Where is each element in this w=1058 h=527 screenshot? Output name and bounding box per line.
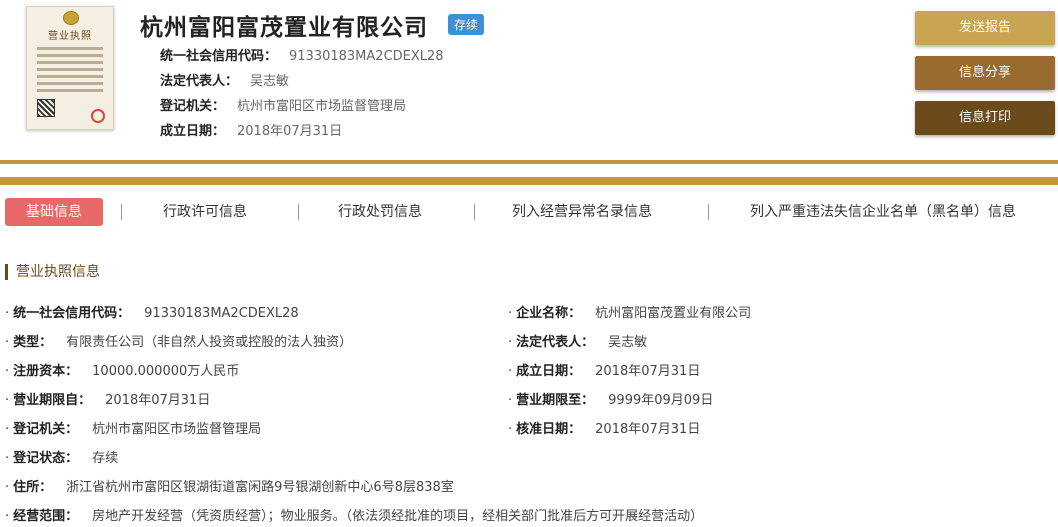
field-value: 10000.000000万人民币 xyxy=(92,364,240,379)
field-value: 2018年07月31日 xyxy=(595,364,701,379)
print-info-button[interactable]: 信息打印 xyxy=(915,101,1055,135)
field-registry: · 登记机关： 杭州市富阳区市场监督管理局 xyxy=(5,418,261,437)
bullet-dot: · xyxy=(508,335,513,350)
credit-code-value: 91330183MA2CDEXL28 xyxy=(289,49,444,64)
status-badge: 存续 xyxy=(448,14,485,35)
field-reg-status: · 登记状态： 存续 xyxy=(5,447,118,466)
tab-separator xyxy=(298,204,299,220)
header-divider-thick xyxy=(0,177,1058,185)
national-emblem-icon xyxy=(63,11,79,25)
header-divider-thin xyxy=(0,160,1058,164)
bullet-dot: · xyxy=(5,422,10,437)
bullet-dot: · xyxy=(5,480,10,495)
section-title: 营业执照信息 xyxy=(5,264,100,280)
field-established: · 成立日期： 2018年07月31日 xyxy=(508,360,700,379)
bullet-dot: · xyxy=(5,364,10,379)
credit-code-label: 统一社会信用代码： xyxy=(160,49,278,64)
field-value: 91330183MA2CDEXL28 xyxy=(144,306,299,321)
field-label: 核准日期： xyxy=(516,422,582,437)
field-approval-date: · 核准日期： 2018年07月31日 xyxy=(508,418,700,437)
field-label: 法定代表人： xyxy=(516,335,595,350)
field-value: 存续 xyxy=(92,451,119,466)
tab-separator xyxy=(474,204,475,220)
field-value: 杭州市富阳区市场监督管理局 xyxy=(92,422,262,437)
tab-abnormal-operations[interactable]: 列入经营异常名录信息 xyxy=(512,198,652,226)
field-value: 杭州富阳富茂置业有限公司 xyxy=(595,306,752,321)
license-text-lines xyxy=(37,47,103,96)
bullet-dot: · xyxy=(5,306,10,321)
license-image-title: 营业执照 xyxy=(48,31,92,42)
field-label: 统一社会信用代码： xyxy=(13,306,131,321)
field-label: 注册资本： xyxy=(13,364,79,379)
bullet-dot: · xyxy=(508,393,513,408)
field-scope: · 经营范围： 房地产开发经营（凭资质经营）；物业服务。（依法须经批准的项目，经相关… xyxy=(5,505,703,524)
bullet-dot: · xyxy=(508,422,513,437)
field-value: 吴志敏 xyxy=(608,335,648,350)
bullet-dot: · xyxy=(5,335,10,350)
send-report-button[interactable]: 发送报告 xyxy=(915,11,1055,45)
field-term-to: · 营业期限至： 9999年09月09日 xyxy=(508,389,713,408)
tab-basic-info[interactable]: 基础信息 xyxy=(5,198,103,226)
established-label: 成立日期： xyxy=(160,124,226,139)
header-legal-rep: 法定代表人： 吴志敏 xyxy=(160,70,289,89)
registry-label: 登记机关： xyxy=(160,99,226,114)
field-value: 浙江省杭州市富阳区银湖街道富闲路9号银湖创新中心6号8层838室 xyxy=(66,480,454,495)
bullet-dot: · xyxy=(508,306,513,321)
field-label: 企业名称： xyxy=(516,306,582,321)
field-term-from: · 营业期限自： 2018年07月31日 xyxy=(5,389,210,408)
bullet-dot: · xyxy=(5,509,10,524)
field-value: 2018年07月31日 xyxy=(105,393,211,408)
header-registry: 登记机关： 杭州市富阳区市场监督管理局 xyxy=(160,95,406,114)
field-reg-capital: · 注册资本： 10000.000000万人民币 xyxy=(5,360,239,379)
share-info-button[interactable]: 信息分享 xyxy=(915,56,1055,90)
business-license-image[interactable]: 营业执照 xyxy=(26,6,114,130)
official-seal-icon xyxy=(91,109,105,123)
field-value: 2018年07月31日 xyxy=(595,422,701,437)
tab-separator xyxy=(708,204,709,220)
tab-separator xyxy=(121,204,122,220)
field-address: · 住所： 浙江省杭州市富阳区银湖街道富闲路9号银湖创新中心6号8层838室 xyxy=(5,476,454,495)
field-label: 住所： xyxy=(13,480,53,495)
qr-code-icon xyxy=(37,99,55,117)
field-value: 有限责任公司（非自然人投资或控股的法人独资） xyxy=(66,335,353,350)
info-tabs: 基础信息 行政许可信息 行政处罚信息 列入经营异常名录信息 列入严重违法失信企业… xyxy=(0,196,1058,228)
legal-rep-label: 法定代表人： xyxy=(160,74,239,89)
tab-blacklist[interactable]: 列入严重违法失信企业名单（黑名单）信息 xyxy=(750,198,1016,226)
tab-admin-license[interactable]: 行政许可信息 xyxy=(163,198,247,226)
field-legal-rep: · 法定代表人： 吴志敏 xyxy=(508,331,647,350)
legal-rep-value: 吴志敏 xyxy=(250,74,290,89)
header-established: 成立日期： 2018年07月31日 xyxy=(160,120,342,139)
field-credit-code: · 统一社会信用代码： 91330183MA2CDEXL28 xyxy=(5,302,299,321)
field-company-name: · 企业名称： 杭州富阳富茂置业有限公司 xyxy=(508,302,751,321)
field-label: 登记状态： xyxy=(13,451,79,466)
registry-value: 杭州市富阳区市场监督管理局 xyxy=(237,99,407,114)
bullet-dot: · xyxy=(5,451,10,466)
bullet-dot: · xyxy=(5,393,10,408)
field-label: 营业期限自： xyxy=(13,393,92,408)
field-label: 类型： xyxy=(13,335,53,350)
field-value: 9999年09月09日 xyxy=(608,393,714,408)
field-type: · 类型： 有限责任公司（非自然人投资或控股的法人独资） xyxy=(5,331,352,350)
field-label: 成立日期： xyxy=(516,364,582,379)
field-label: 营业期限至： xyxy=(516,393,595,408)
field-label: 登记机关： xyxy=(13,422,79,437)
header-credit-code: 统一社会信用代码： 91330183MA2CDEXL28 xyxy=(160,45,444,64)
established-value: 2018年07月31日 xyxy=(237,124,343,139)
bullet-dot: · xyxy=(508,364,513,379)
field-label: 经营范围： xyxy=(13,509,79,524)
company-name: 杭州富阳富茂置业有限公司 xyxy=(140,15,428,41)
field-value: 房地产开发经营（凭资质经营）；物业服务。（依法须经批准的项目，经相关部门批准后方… xyxy=(92,509,704,524)
tab-admin-penalty[interactable]: 行政处罚信息 xyxy=(338,198,422,226)
